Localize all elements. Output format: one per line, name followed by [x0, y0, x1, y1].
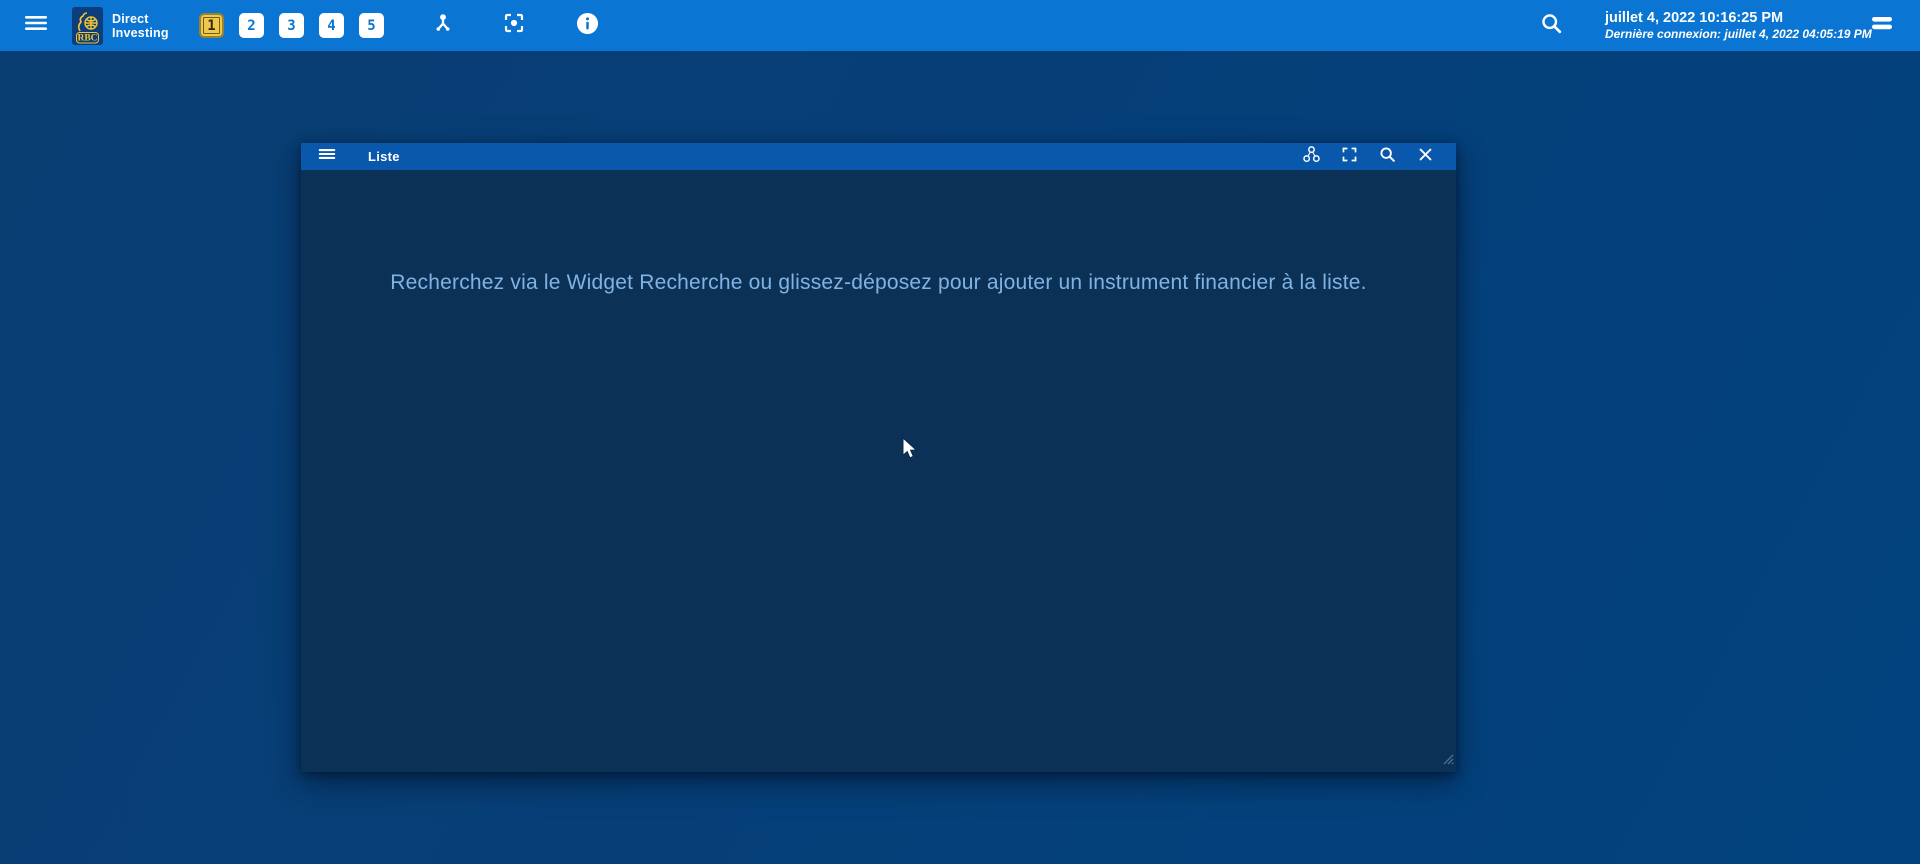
widget-link-group-button[interactable]	[1302, 145, 1321, 169]
brand-line-1: Direct	[112, 11, 149, 26]
rbc-logo: RBC	[72, 0, 103, 51]
widget-header-icons	[1302, 143, 1434, 170]
workspace-tab-2[interactable]: 2	[239, 13, 264, 38]
top-navigation-bar: RBC Direct Investing 1 2 3 4 5 juillet 4…	[0, 0, 1920, 51]
center-focus-icon	[502, 11, 526, 40]
app-menu-icon	[24, 11, 48, 40]
center-focus-button[interactable]	[502, 0, 526, 51]
close-icon	[1417, 146, 1434, 168]
global-search-button[interactable]	[1539, 0, 1564, 51]
widget-fullscreen-button[interactable]	[1341, 146, 1358, 168]
brand-line-2: Investing	[112, 25, 169, 40]
panel-menu-icon	[1870, 11, 1894, 40]
widget-title: Liste	[368, 149, 400, 164]
widget-search-button[interactable]	[1378, 145, 1397, 169]
panel-menu-button[interactable]	[1870, 0, 1894, 51]
fullscreen-icon	[1341, 146, 1358, 168]
widget-menu-icon	[318, 145, 336, 168]
workspace-tab-1[interactable]: 1	[199, 13, 224, 38]
search-icon	[1539, 11, 1564, 41]
widget-menu-button[interactable]	[318, 145, 336, 168]
workspace-tabs: 1 2 3 4 5	[199, 0, 384, 51]
last-login-datetime: Dernière connexion: juillet 4, 2022 04:0…	[1605, 27, 1872, 41]
app-menu-button[interactable]	[24, 0, 48, 51]
search-icon	[1378, 145, 1397, 169]
workspace-tab-4[interactable]: 4	[319, 13, 344, 38]
workspace-link-icon	[431, 11, 455, 40]
widget-close-button[interactable]	[1417, 146, 1434, 168]
empty-list-message: Recherchez via le Widget Recherche ou gl…	[390, 271, 1367, 294]
brand-name: Direct Investing	[112, 0, 169, 51]
info-icon	[576, 12, 599, 40]
workspace-link-button[interactable]	[431, 0, 455, 51]
svg-text:RBC: RBC	[77, 33, 97, 43]
liste-widget: Liste Recherchez via le Widget Recherche…	[301, 143, 1456, 772]
resize-grip-icon[interactable]	[1441, 752, 1454, 770]
workspace-tab-3[interactable]: 3	[279, 13, 304, 38]
session-clock: juillet 4, 2022 10:16:25 PM Dernière con…	[1605, 0, 1872, 51]
rbc-direct-investing-app: { "topbar": { "brand": { "logo_text": "R…	[0, 0, 1920, 864]
liste-widget-body[interactable]: Recherchez via le Widget Recherche ou gl…	[301, 170, 1456, 772]
workspace-tab-5[interactable]: 5	[359, 13, 384, 38]
link-group-icon	[1302, 145, 1321, 169]
info-button[interactable]	[576, 0, 599, 51]
liste-widget-header[interactable]: Liste	[301, 143, 1456, 170]
current-datetime: juillet 4, 2022 10:16:25 PM	[1605, 10, 1784, 26]
